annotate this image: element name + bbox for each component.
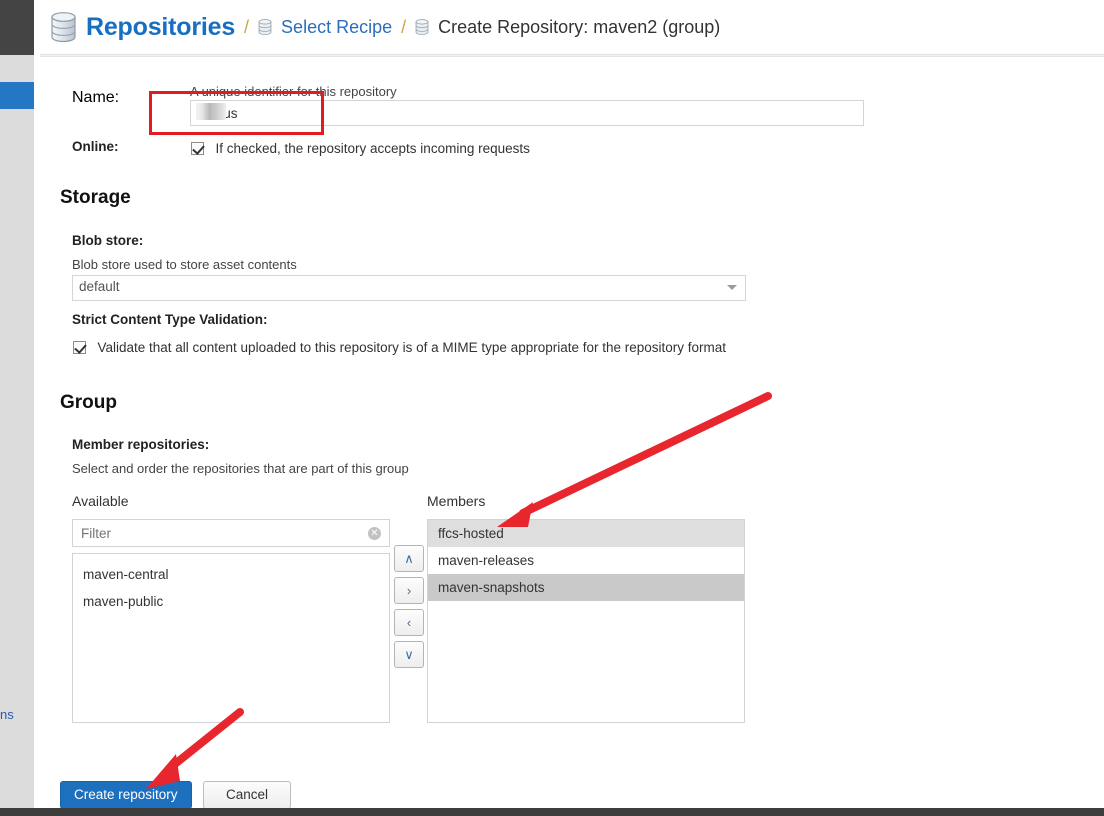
- list-item[interactable]: maven-snapshots: [428, 574, 744, 601]
- strict-validation-row[interactable]: Validate that all content uploaded to th…: [73, 339, 726, 357]
- database-icon: [258, 18, 272, 36]
- move-up-button[interactable]: ∧: [394, 545, 424, 572]
- strict-validation-label: Strict Content Type Validation:: [72, 312, 268, 327]
- sidebar-item-active[interactable]: [0, 82, 34, 109]
- breadcrumb-separator-1: /: [244, 17, 249, 38]
- page-root: ns Repositories: [0, 0, 1104, 816]
- name-input-wrap[interactable]: [190, 100, 864, 126]
- filter-wrap[interactable]: ✕: [72, 519, 390, 547]
- online-label: Online:: [72, 139, 119, 154]
- cancel-button[interactable]: Cancel: [203, 781, 291, 809]
- breadcrumb-separator-2: /: [401, 17, 406, 38]
- blob-store-selected-value: default: [79, 279, 120, 294]
- online-checkbox-label: If checked, the repository accepts incom…: [215, 141, 529, 156]
- list-item[interactable]: maven-public: [73, 588, 389, 615]
- available-heading: Available: [72, 493, 129, 509]
- group-section-title: Group: [60, 392, 117, 414]
- chevron-down-icon[interactable]: [727, 285, 737, 290]
- sidebar-item-label-truncated[interactable]: ns: [0, 706, 34, 724]
- sidebar-header-bar: [0, 0, 34, 55]
- members-list-box[interactable]: ffcs-hosted maven-releases maven-snapsho…: [427, 519, 745, 723]
- members-heading: Members: [427, 493, 485, 509]
- list-item[interactable]: maven-central: [73, 561, 389, 588]
- page-title[interactable]: Repositories: [86, 13, 235, 42]
- online-checkbox-row[interactable]: If checked, the repository accepts incom…: [191, 140, 530, 158]
- repository-form-panel: Name: A unique identifier for this repos…: [40, 56, 1104, 809]
- database-icon: [50, 11, 77, 43]
- add-to-members-button[interactable]: ›: [394, 577, 424, 604]
- remove-from-members-button[interactable]: ‹: [394, 609, 424, 636]
- list-item[interactable]: ffcs-hosted: [428, 520, 744, 547]
- strict-validation-checkbox-label: Validate that all content uploaded to th…: [97, 340, 726, 355]
- name-input[interactable]: [190, 100, 864, 126]
- available-list-box[interactable]: maven-central maven-public: [72, 553, 390, 723]
- move-down-button[interactable]: ∨: [394, 641, 424, 668]
- clear-circle-icon[interactable]: ✕: [368, 527, 381, 540]
- breadcrumb-item-select-recipe[interactable]: Select Recipe: [258, 17, 392, 38]
- strict-validation-checkbox[interactable]: [73, 341, 86, 354]
- member-repositories-help: Select and order the repositories that a…: [72, 461, 409, 476]
- breadcrumb-item-current: Create Repository: maven2 (group): [415, 17, 720, 38]
- redacted-name-prefix: [196, 103, 226, 120]
- list-item[interactable]: maven-releases: [428, 547, 744, 574]
- members-list[interactable]: ffcs-hosted maven-releases maven-snapsho…: [427, 519, 745, 723]
- transfer-buttons: ∧ › ‹ ∨: [394, 545, 424, 673]
- online-checkbox[interactable]: [191, 142, 204, 155]
- blob-store-help: Blob store used to store asset contents: [72, 257, 297, 272]
- breadcrumb-current-label: Create Repository: maven2 (group): [438, 17, 720, 38]
- footer-bar: [0, 808, 1104, 816]
- available-list[interactable]: maven-central maven-public: [72, 553, 390, 723]
- member-repositories-label: Member repositories:: [72, 437, 209, 452]
- name-label: Name:: [72, 89, 119, 107]
- storage-section-title: Storage: [60, 187, 131, 209]
- create-repository-button[interactable]: Create repository: [60, 781, 192, 809]
- filter-input[interactable]: [72, 519, 390, 547]
- breadcrumb-link-label[interactable]: Select Recipe: [281, 17, 392, 38]
- breadcrumb-root[interactable]: Repositories: [50, 11, 235, 43]
- form-actions: Create repository Cancel: [60, 781, 291, 809]
- blob-store-select-box[interactable]: default: [72, 275, 746, 301]
- database-icon: [415, 18, 429, 36]
- breadcrumb: Repositories / Select Recipe /: [40, 0, 1104, 55]
- sidebar: ns: [0, 0, 34, 816]
- blob-store-select[interactable]: default: [72, 275, 746, 301]
- name-help-text: A unique identifier for this repository: [190, 84, 397, 99]
- blob-store-label: Blob store:: [72, 233, 143, 248]
